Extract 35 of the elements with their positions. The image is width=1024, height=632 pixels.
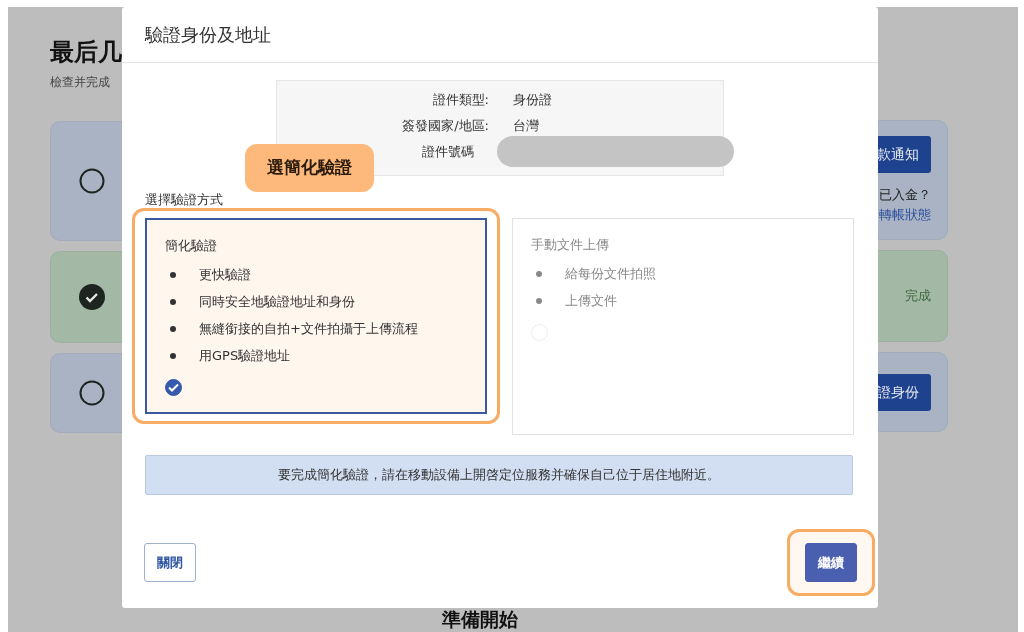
bullet-icon [170,298,176,305]
page-subtitle: 檢查并完成 [50,74,111,91]
modal-title: 驗證身份及地址 [122,7,878,63]
check-icon [168,383,179,392]
field-label: 簽發國家/地區: [402,118,489,133]
option-card[interactable]: 手動文件上傳 給每份文件拍照 上傳文件 [512,217,854,435]
section-label: 選擇驗證方式 [145,191,224,209]
close-button[interactable]: 關閉 [144,542,196,582]
bullet-text: 給每份文件拍照 [565,264,656,283]
annotation-callout: 選簡化驗證 [245,144,374,192]
option-title: 手動文件上傳 [531,235,610,254]
field-label: 證件類型: [432,92,489,107]
option-card[interactable]: 簡化驗證 更快驗證 同時安全地驗證地址和身份 無縫銜接的自拍+文件拍攝于上傳流程 用GPS驗證地址 [145,217,487,414]
info-notice: 要完成簡化驗證，請在移動設備上開啓定位服務并確保自己位于居住地附近。 [145,454,853,495]
bullet-icon [170,325,176,332]
bullet-icon [536,270,542,277]
option-title: 簡化驗證 [165,236,218,255]
continue-button[interactable]: 繼續 [805,542,857,582]
question-text: 已入金？ [879,186,931,204]
page-title: 最后几 [50,37,122,67]
field-value: 身份證 [513,91,552,109]
bullet-text: 用GPS驗證地址 [199,346,291,365]
bullet-text: 上傳文件 [565,291,617,310]
action-button[interactable]: 證身份 [878,373,931,411]
bullet-text: 更快驗證 [199,265,251,284]
bullet-text: 無縫銜接的自拍+文件拍攝于上傳流程 [199,319,418,338]
field-label: 證件號碼 [421,144,474,159]
status-link[interactable]: 轉帳狀態 [879,204,931,224]
status-text: 完成 [905,287,931,306]
bullet-icon [170,352,176,359]
bullet-icon [170,271,176,278]
radio-button[interactable] [165,379,182,396]
bullet-icon [536,297,542,304]
bullet-text: 同時安全地驗證地址和身份 [199,292,355,311]
field-value: 台灣 [513,117,539,135]
